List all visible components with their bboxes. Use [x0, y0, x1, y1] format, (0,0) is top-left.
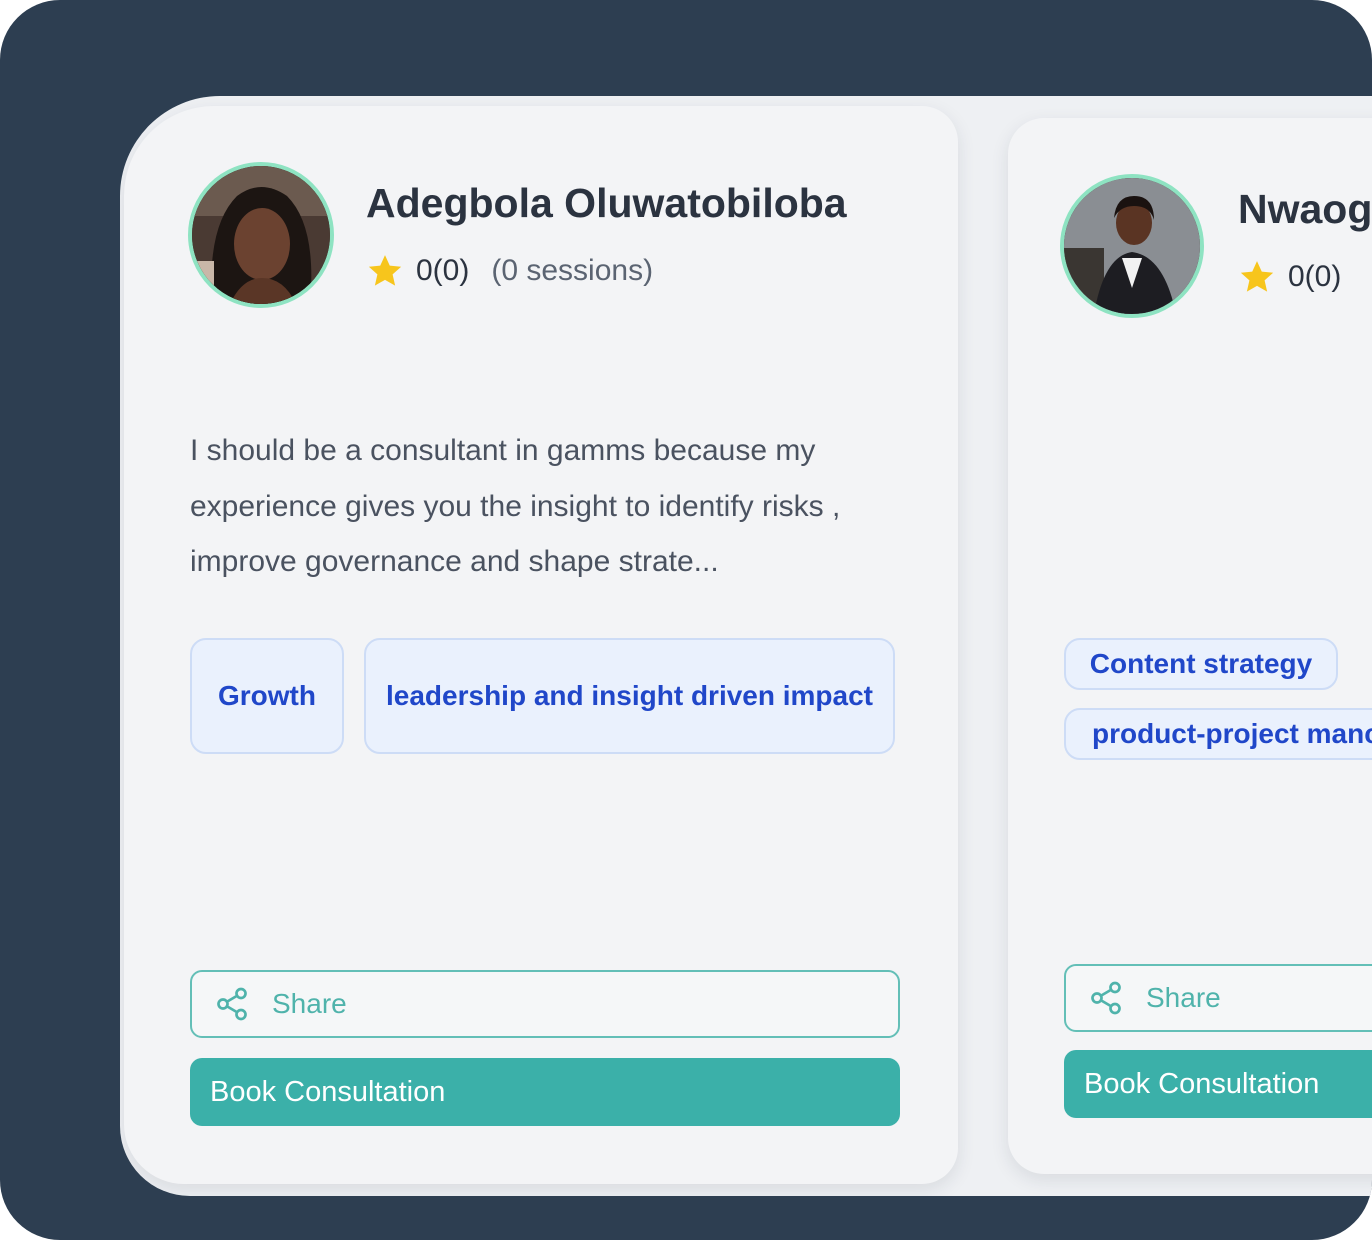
star-icon [1240, 261, 1274, 292]
share-label: Share [1146, 982, 1221, 1013]
consultant-card: Adegbola Oluwatobiloba 0(0) (0 sessions)… [124, 106, 958, 1184]
book-consultation-button[interactable]: Book Consultation [190, 1058, 900, 1126]
rating-value: 0(0) [416, 254, 470, 287]
expertise-tag: Growth [190, 638, 344, 754]
book-consultation-button[interactable]: Book Consultation [1064, 1050, 1372, 1118]
share-icon [217, 987, 247, 1021]
rating: 0(0) [1238, 258, 1341, 296]
avatar [1060, 174, 1204, 318]
expertise-tag: leadership and insight driven impact [364, 638, 895, 754]
expertise-tag: Content strategy [1064, 638, 1338, 690]
share-label: Share [272, 988, 347, 1019]
book-consultation-label: Book Consultation [1084, 1067, 1320, 1100]
session-count: (0 sessions) [491, 254, 654, 287]
share-button[interactable]: Share [1064, 964, 1372, 1032]
app-window: Adegbola Oluwatobiloba 0(0) (0 sessions)… [0, 0, 1372, 1240]
consultant-list: Adegbola Oluwatobiloba 0(0) (0 sessions)… [120, 96, 1372, 1196]
expertise-tag: product-project manc [1064, 708, 1372, 760]
consultant-card: Nwaog 0(0) Content strategy product-proj… [1008, 118, 1372, 1174]
consultant-name: Adegbola Oluwatobiloba [366, 180, 847, 226]
consultant-name: Nwaog [1238, 186, 1372, 232]
rating: 0(0) (0 sessions) [366, 252, 653, 290]
share-icon [1091, 981, 1121, 1015]
rating-value: 0(0) [1288, 260, 1342, 293]
consultant-bio: I should be a consultant in gamms becaus… [190, 434, 841, 578]
avatar [188, 162, 334, 308]
book-consultation-label: Book Consultation [210, 1075, 446, 1108]
share-button[interactable]: Share [190, 970, 900, 1038]
star-icon [368, 255, 402, 286]
